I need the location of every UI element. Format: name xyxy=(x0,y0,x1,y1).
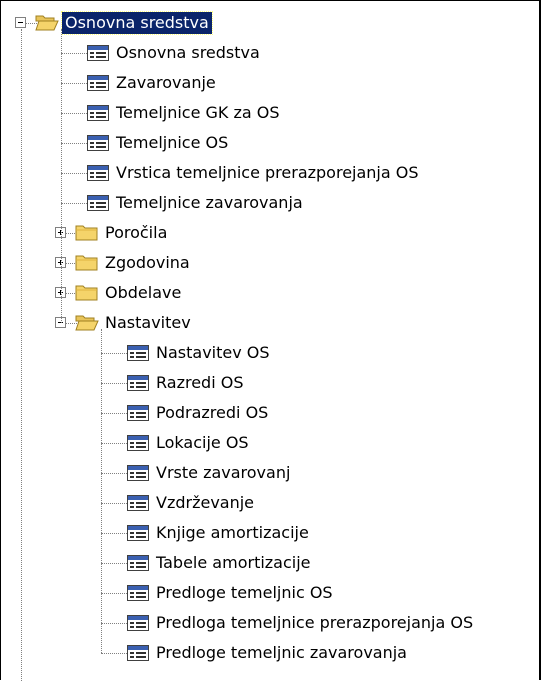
tree-connector xyxy=(61,203,89,204)
folder-icon xyxy=(75,283,99,301)
tree-connector xyxy=(101,593,129,594)
tree-node-label: Poročila xyxy=(105,223,168,242)
tree-node-nastavitev[interactable]: Nastavitev xyxy=(1,308,541,338)
tree-node-label: Tabele amortizacije xyxy=(156,553,311,572)
tree-node-label: Podrazredi OS xyxy=(156,403,269,422)
tree-connector xyxy=(101,563,129,564)
tree-node-vzdrzevanje[interactable]: Vzdrževanje xyxy=(1,488,541,518)
tree-node-label: Vzdrževanje xyxy=(156,493,255,512)
tree-node-podrazredi-os[interactable]: Podrazredi OS xyxy=(1,398,541,428)
table-icon xyxy=(87,45,109,61)
tree-node-predloga-temeljnice-prerazporejanja-os[interactable]: Predloga temeljnice prerazporejanja OS xyxy=(1,608,541,638)
tree-view-frame: Osnovna sredstva Osnovna sredstva Zavaro… xyxy=(0,0,541,681)
tree-node-label: Predloga temeljnice prerazporejanja OS xyxy=(156,613,474,632)
tree-connector xyxy=(101,533,129,534)
tree-connector xyxy=(101,623,129,624)
table-icon xyxy=(87,105,109,121)
tree-node-obdelave[interactable]: Obdelave xyxy=(1,278,541,308)
tree-node-label: Razredi OS xyxy=(156,373,244,392)
tree-connector xyxy=(101,473,129,474)
tree-node-label: Vrstica temeljnice prerazporejanja OS xyxy=(116,163,419,182)
tree-connector xyxy=(101,383,129,384)
tree-connector xyxy=(61,113,89,114)
tree-node-label: Knjige amortizacije xyxy=(156,523,309,542)
tree-node-razredi-os[interactable]: Razredi OS xyxy=(1,368,541,398)
tree-connector xyxy=(101,443,129,444)
tree-node-temeljnice-gk-za-os[interactable]: Temeljnice GK za OS xyxy=(1,98,541,128)
tree-node-label: Predloge temeljnic zavarovanja xyxy=(156,643,407,662)
tree-node-label: Nastavitev xyxy=(105,313,191,332)
table-icon xyxy=(127,435,149,451)
table-icon xyxy=(87,195,109,211)
folder-icon xyxy=(75,253,99,271)
tree-guide-line xyxy=(21,29,22,681)
table-icon xyxy=(127,375,149,391)
table-icon xyxy=(87,165,109,181)
tree-node-label: Osnovna sredstva xyxy=(61,11,213,35)
tree-node-label: Lokacije OS xyxy=(156,433,249,452)
tree-node-porocila[interactable]: Poročila xyxy=(1,218,541,248)
tree-connector xyxy=(61,83,89,84)
table-icon xyxy=(87,135,109,151)
tree-node-nastavitev-os[interactable]: Nastavitev OS xyxy=(1,338,541,368)
tree-node-knjige-amortizacije[interactable]: Knjige amortizacije xyxy=(1,518,541,548)
table-icon xyxy=(127,525,149,541)
tree-node-label: Nastavitev OS xyxy=(156,343,270,362)
tree-guide-line xyxy=(61,29,62,323)
tree-node-zavarovanje[interactable]: Zavarovanje xyxy=(1,68,541,98)
tree-node-predloge-temeljnic-zavarovanja[interactable]: Predloge temeljnic zavarovanja xyxy=(1,638,541,668)
tree-connector xyxy=(101,503,129,504)
tree-connector xyxy=(101,353,129,354)
tree-node-label: Zavarovanje xyxy=(116,73,216,92)
open-folder-icon xyxy=(75,313,99,331)
tree-node-tabele-amortizacije[interactable]: Tabele amortizacije xyxy=(1,548,541,578)
tree-node-label: Osnovna sredstva xyxy=(116,43,260,62)
table-icon xyxy=(127,345,149,361)
tree-node-label: Temeljnice zavarovanja xyxy=(116,193,303,212)
tree-node-label: Obdelave xyxy=(105,283,182,302)
tree-connector xyxy=(101,413,129,414)
tree-node-temeljnice-zavarovanja[interactable]: Temeljnice zavarovanja xyxy=(1,188,541,218)
tree-node-osnovna-sredstva[interactable]: Osnovna sredstva xyxy=(1,8,541,38)
table-icon xyxy=(127,495,149,511)
tree-node-zgodovina[interactable]: Zgodovina xyxy=(1,248,541,278)
tree-guide-line xyxy=(101,329,102,653)
tree-node-label: Zgodovina xyxy=(105,253,190,272)
table-icon xyxy=(127,465,149,481)
table-icon xyxy=(87,75,109,91)
tree-node-vrste-zavarovanj[interactable]: Vrste zavarovanj xyxy=(1,458,541,488)
table-icon xyxy=(127,585,149,601)
tree-node-label: Vrste zavarovanj xyxy=(156,463,291,482)
tree-node-label: Predloge temeljnic OS xyxy=(156,583,333,602)
tree-node-predloge-temeljnic-os[interactable]: Predloge temeljnic OS xyxy=(1,578,541,608)
open-folder-icon xyxy=(35,13,59,31)
tree-node-vrstica-temeljnice-prerazporejanja-os[interactable]: Vrstica temeljnice prerazporejanja OS xyxy=(1,158,541,188)
collapse-toggle[interactable] xyxy=(15,17,26,28)
table-icon xyxy=(127,615,149,631)
table-icon xyxy=(127,645,149,661)
table-icon xyxy=(127,555,149,571)
tree-node-lokacije-os[interactable]: Lokacije OS xyxy=(1,428,541,458)
tree-connector xyxy=(101,653,129,654)
tree-node-label: Temeljnice OS xyxy=(116,133,229,152)
table-icon xyxy=(127,405,149,421)
tree-node-osnovna-sredstva[interactable]: Osnovna sredstva xyxy=(1,38,541,68)
folder-icon xyxy=(75,223,99,241)
tree-connector xyxy=(61,173,89,174)
tree-connector xyxy=(61,53,89,54)
tree-node-label: Temeljnice GK za OS xyxy=(116,103,280,122)
tree-node-temeljnice-os[interactable]: Temeljnice OS xyxy=(1,128,541,158)
tree-connector xyxy=(61,143,89,144)
